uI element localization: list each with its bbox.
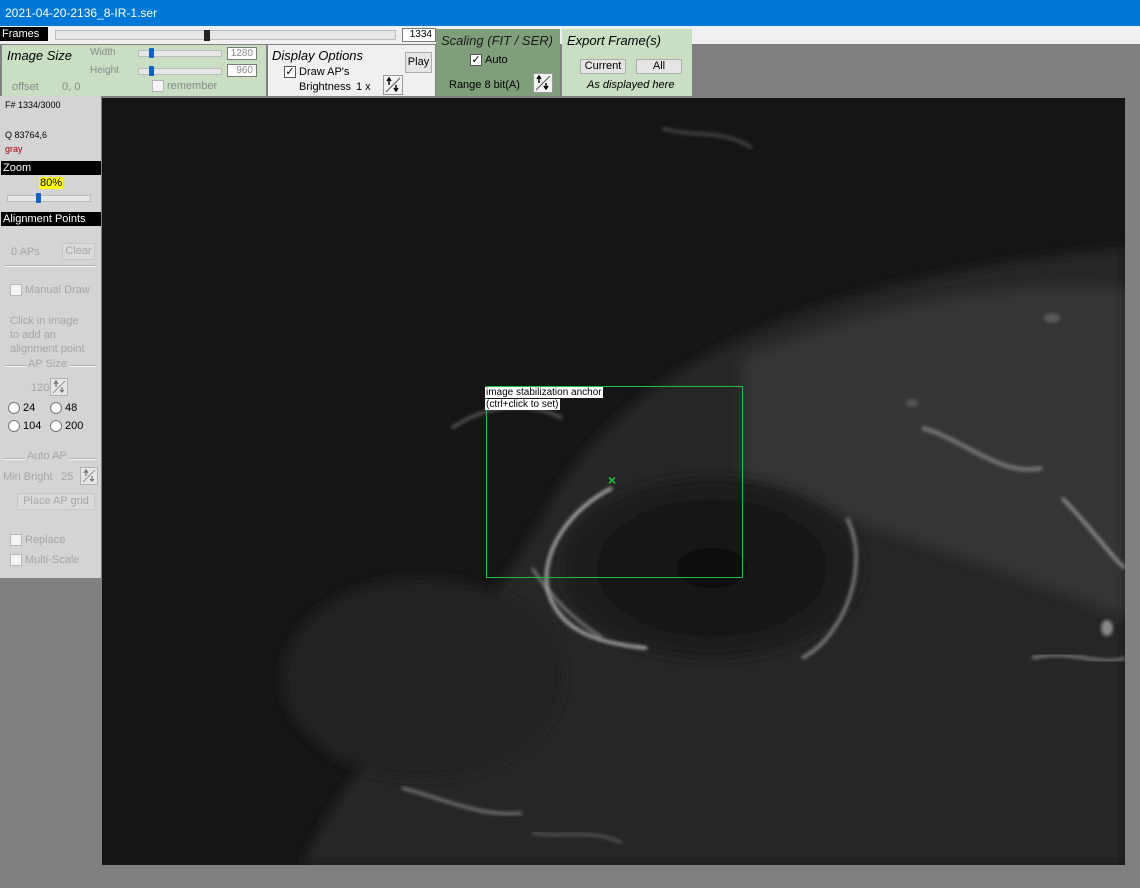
check-icon: ✓	[471, 54, 481, 66]
draw-aps-label: Draw AP's	[299, 66, 350, 78]
display-options-title: Display Options	[272, 48, 364, 63]
zoom-header: Zoom	[1, 161, 101, 175]
export-title: Export Frame(s)	[567, 33, 661, 48]
remember-checkbox[interactable]	[152, 80, 164, 92]
ap-size-radio[interactable]	[8, 420, 20, 432]
frame-info: F# 1334/3000	[5, 100, 61, 110]
height-label: Height	[90, 65, 119, 76]
remember-label: remember	[167, 80, 218, 92]
window-title: 2021-04-20-2136_8-IR-1.ser	[0, 0, 1140, 26]
height-slider[interactable]	[138, 66, 222, 76]
scaling-title: Scaling (FIT / SER)	[441, 33, 553, 48]
ap-size-option: 200	[65, 420, 84, 432]
brightness-label: Brightness	[299, 81, 351, 93]
image-size-panel: Image Size Width 1280 Height 960 remembe…	[2, 45, 266, 96]
up-down-arrows-icon	[535, 74, 551, 91]
ap-size-option: 24	[23, 402, 36, 414]
up-down-arrows-icon	[385, 76, 401, 93]
display-options-panel: Display Options ✓ Draw AP's Brightness 1…	[268, 45, 435, 96]
frames-slider[interactable]	[55, 30, 396, 41]
width-label: Width	[90, 47, 116, 58]
brightness-value: 1 x	[356, 81, 371, 93]
multi-scale-checkbox[interactable]	[10, 554, 22, 566]
min-bright-stepper[interactable]	[80, 467, 98, 485]
width-value[interactable]: 1280	[227, 47, 257, 60]
play-button[interactable]: Play	[405, 52, 432, 73]
frames-slider-thumb[interactable]	[204, 30, 210, 41]
frames-value[interactable]: 1334	[402, 28, 436, 42]
anchor-marker-icon: ×	[608, 472, 617, 488]
zoom-slider-thumb[interactable]	[36, 193, 41, 203]
ap-size-header: AP Size	[26, 358, 69, 370]
export-all-button[interactable]: All	[636, 59, 682, 74]
up-down-arrows-icon	[82, 468, 96, 483]
offset-label: offset	[12, 81, 39, 93]
range-stepper[interactable]	[533, 73, 553, 93]
zoom-value: 80%	[39, 177, 64, 189]
multi-scale-label: Multi-Scale	[25, 554, 80, 566]
export-current-button[interactable]: Current	[580, 59, 626, 74]
export-note: As displayed here	[587, 79, 675, 91]
check-icon: ✓	[285, 66, 295, 78]
ap-hint-line: Click in image	[10, 315, 79, 327]
up-down-arrows-icon	[52, 379, 66, 394]
ap-size-radio[interactable]	[50, 402, 62, 414]
manual-draw-label: Manual Draw	[25, 284, 90, 296]
color-mode: gray	[5, 144, 23, 154]
quality-info: Q 83764,6	[5, 130, 48, 140]
image-size-title: Image Size	[7, 48, 73, 63]
ap-hint: Click in image to add an alignment point	[10, 314, 85, 356]
ap-count: 0 APs	[11, 246, 40, 258]
ap-size-radio[interactable]	[50, 420, 62, 432]
width-slider[interactable]	[138, 48, 222, 58]
left-panel: F# 1334/3000 Q 83764,6 gray Zoom 80% Ali…	[0, 96, 101, 578]
divider	[4, 265, 97, 267]
manual-draw-checkbox[interactable]	[10, 284, 22, 296]
height-value[interactable]: 960	[227, 64, 257, 77]
zoom-slider[interactable]	[7, 193, 91, 203]
replace-label: Replace	[25, 534, 66, 546]
brightness-stepper[interactable]	[383, 75, 403, 95]
frames-label: Frames	[0, 27, 48, 41]
auto-scaling-checkbox[interactable]: ✓	[470, 54, 482, 66]
auto-scaling-label: Auto	[485, 54, 508, 66]
range-label: Range 8 bit(A)	[449, 79, 520, 91]
replace-checkbox[interactable]	[10, 534, 22, 546]
anchor-hint: (ctrl+click to set)	[485, 399, 560, 410]
ap-size-stepper[interactable]	[50, 378, 68, 396]
anchor-label: image stabilization anchor	[485, 387, 603, 398]
image-view[interactable]: image stabilization anchor (ctrl+click t…	[102, 98, 1125, 865]
offset-value: 0, 0	[62, 81, 81, 93]
export-panel: Export Frame(s) Current All As displayed…	[562, 29, 692, 96]
ap-hint-line: alignment point	[10, 343, 85, 355]
width-slider-thumb[interactable]	[149, 48, 154, 58]
min-bright-label: Min Bright	[3, 471, 53, 483]
ap-size-radio[interactable]	[8, 402, 20, 414]
min-bright-value: 25	[61, 471, 74, 483]
ap-size-value: 120	[31, 382, 50, 394]
alignment-points-header: Alignment Points	[1, 212, 101, 226]
place-ap-grid-button[interactable]: Place AP grid	[17, 493, 95, 510]
draw-aps-checkbox[interactable]: ✓	[284, 66, 296, 78]
ap-size-option: 48	[65, 402, 78, 414]
scaling-panel: Scaling (FIT / SER) ✓ Auto Range 8 bit(A…	[436, 29, 560, 96]
auto-ap-header: Auto AP	[25, 450, 69, 462]
ap-hint-line: to add an	[10, 329, 56, 341]
ap-size-option: 104	[23, 420, 42, 432]
clear-aps-button[interactable]: Clear	[62, 243, 95, 260]
height-slider-thumb[interactable]	[149, 66, 154, 76]
